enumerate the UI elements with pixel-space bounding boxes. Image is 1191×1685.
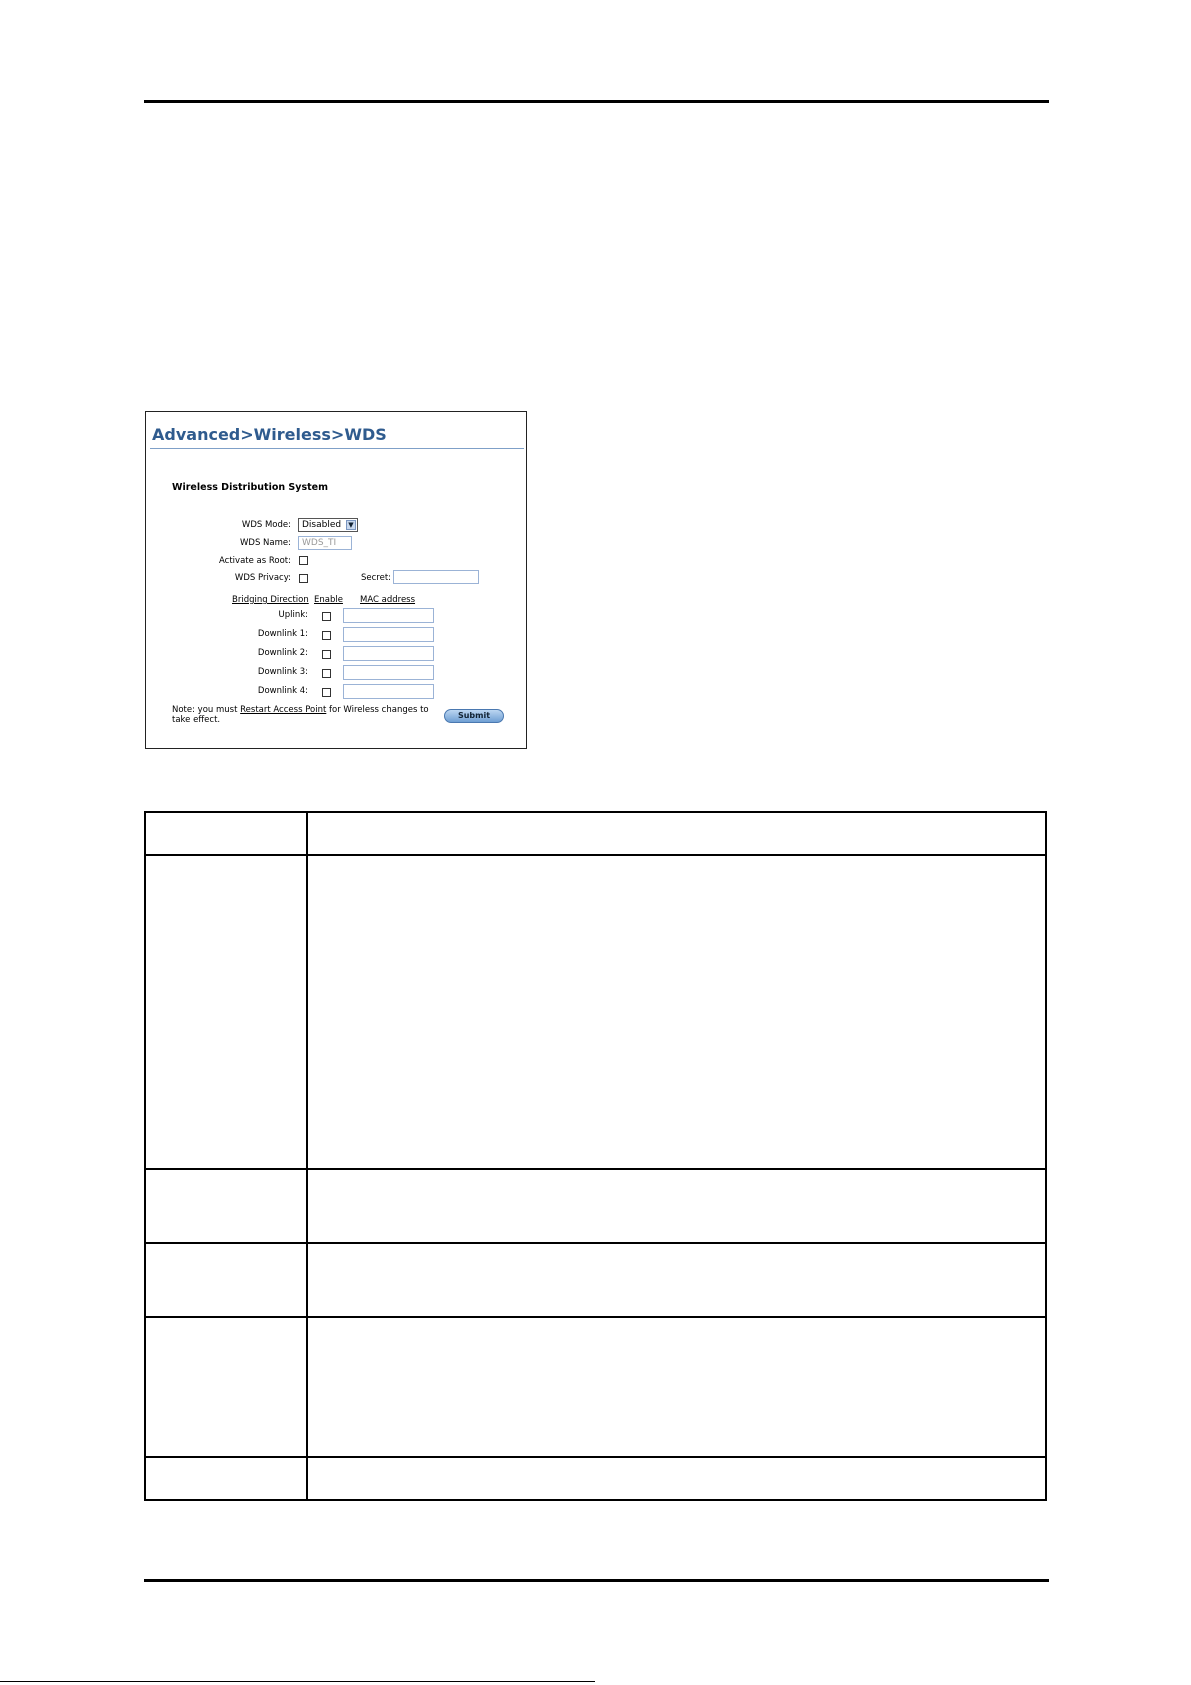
page-edge-line (0, 1681, 595, 1682)
table-cell (306, 811, 1047, 856)
downlink-3-label: Downlink 3: (257, 667, 308, 677)
table-cell (144, 1456, 308, 1501)
wds-name-input[interactable]: WDS_TI (298, 536, 352, 550)
restart-note: Note: you must Restart Access Point for … (172, 705, 432, 725)
table-cell (306, 854, 1047, 1170)
col-enable: Enable (314, 595, 343, 605)
wds-privacy-checkbox[interactable] (299, 574, 308, 583)
uplink-mac-input[interactable] (343, 608, 434, 623)
table-cell (144, 1316, 308, 1458)
uplink-label: Uplink: (278, 610, 308, 620)
downlink-2-label: Downlink 2: (257, 648, 308, 658)
table-cell (306, 1168, 1047, 1244)
table-cell (306, 1316, 1047, 1458)
wds-privacy-label: WDS Privacy: (234, 573, 291, 583)
page-title: Advanced>Wireless>WDS (152, 425, 387, 444)
activate-root-label: Activate as Root: (219, 556, 291, 566)
table-header-row (144, 811, 1047, 856)
secret-label: Secret: (361, 573, 392, 583)
note-prefix: Note: you must (172, 705, 241, 715)
table-cell (306, 1242, 1047, 1318)
header-rule (144, 100, 1049, 103)
table-cell (144, 1168, 308, 1244)
col-mac-address: MAC address (360, 595, 416, 605)
secret-input[interactable] (393, 570, 479, 584)
downlink-1-mac-input[interactable] (343, 627, 434, 642)
table-row (144, 1316, 1047, 1458)
downlink-4-mac-input[interactable] (343, 684, 434, 699)
downlink-4-label: Downlink 4: (257, 686, 308, 696)
downlink-1-label: Downlink 1: (257, 629, 308, 639)
section-heading: Wireless Distribution System (172, 482, 328, 493)
wds-mode-value: Disabled (302, 520, 342, 530)
table-cell (306, 1456, 1047, 1501)
downlink-1-enable-checkbox[interactable] (322, 631, 331, 640)
uplink-enable-checkbox[interactable] (322, 612, 331, 621)
downlink-3-enable-checkbox[interactable] (322, 669, 331, 678)
wds-screenshot: Advanced>Wireless>WDS Wireless Distribut… (145, 411, 527, 749)
activate-root-checkbox[interactable] (299, 556, 308, 565)
title-divider (150, 448, 524, 449)
table-cell (144, 854, 308, 1170)
chevron-down-icon: ▼ (346, 520, 356, 530)
footer-rule (144, 1579, 1049, 1582)
downlink-3-mac-input[interactable] (343, 665, 434, 680)
table-row (144, 1168, 1047, 1244)
downlink-4-enable-checkbox[interactable] (322, 688, 331, 697)
wds-mode-label: WDS Mode: (241, 520, 291, 530)
table-cell (144, 811, 308, 856)
table-row (144, 1242, 1047, 1318)
wds-mode-select[interactable]: Disabled ▼ (298, 518, 358, 532)
table-cell (144, 1242, 308, 1318)
table-row (144, 1456, 1047, 1501)
wds-name-label: WDS Name: (240, 538, 291, 548)
downlink-2-mac-input[interactable] (343, 646, 434, 661)
table-row (144, 854, 1047, 1170)
restart-access-point-link[interactable]: Restart Access Point (240, 705, 326, 715)
col-bridging-direction: Bridging Direction (232, 595, 309, 605)
downlink-2-enable-checkbox[interactable] (322, 650, 331, 659)
submit-button[interactable]: Submit (444, 709, 504, 723)
settings-table (144, 811, 1047, 1501)
